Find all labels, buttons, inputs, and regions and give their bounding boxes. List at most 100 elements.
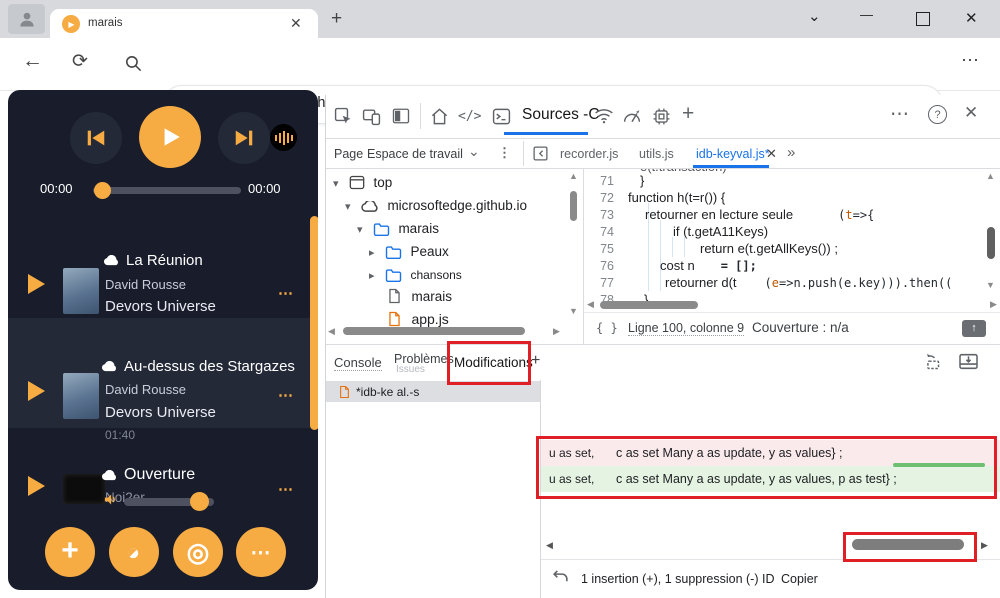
braces-icon[interactable]: { }	[596, 321, 618, 335]
revert-changes-icon[interactable]	[922, 353, 942, 371]
diff-scroll-left-icon[interactable]: ◀	[546, 541, 553, 550]
tab-page[interactable]: Page	[334, 147, 363, 161]
drawer-tab-problems-ghost: Issues	[396, 364, 425, 375]
tree-row-top[interactable]: ▾ top	[333, 174, 392, 192]
tree-row-marais-file[interactable]: marais	[388, 288, 452, 306]
home-icon[interactable]	[430, 107, 449, 126]
memory-chip-icon[interactable]	[652, 107, 671, 126]
new-tab-button[interactable]: +	[331, 8, 342, 30]
play-song-icon[interactable]	[28, 476, 45, 496]
minimize-button[interactable]: —	[860, 7, 873, 22]
diff-scroll-right-icon[interactable]: ▶	[981, 541, 988, 550]
tri-right-icon[interactable]: ▸	[369, 270, 375, 282]
drawer-add-tab-button[interactable]: +	[531, 352, 540, 370]
play-song-icon[interactable]	[28, 381, 45, 401]
song-menu-button[interactable]: ⋯	[278, 480, 295, 498]
tree-row-peaux[interactable]: ▸ Peaux	[369, 243, 449, 261]
folder-icon	[373, 222, 390, 236]
devtools-menu-button[interactable]: ⋯	[890, 103, 909, 126]
tree-vscrollbar-thumb[interactable]	[570, 191, 577, 221]
tab-overflow-icon[interactable]: »	[787, 144, 795, 161]
play-icon	[157, 124, 183, 150]
editor-hscrollbar-thumb[interactable]	[600, 301, 698, 309]
file-tab-recorder[interactable]: recorder.js	[560, 147, 618, 161]
record-button[interactable]: ◎	[173, 527, 223, 577]
back-button[interactable]: ←	[22, 49, 43, 73]
tree-row-host[interactable]: ▾ microsoftedge.github.io	[345, 197, 527, 215]
maximize-button[interactable]	[916, 12, 930, 26]
tab-list-chevron-icon[interactable]: ⌄	[808, 7, 821, 25]
tab-close-icon[interactable]: ✕	[290, 15, 302, 32]
player-more-button[interactable]: ⋯	[236, 527, 286, 577]
elements-panel-icon[interactable]: </>	[458, 109, 481, 124]
editor-scroll-up-icon[interactable]: ▲	[986, 172, 995, 181]
workspace-chevron-icon[interactable]: ⌄	[468, 143, 480, 160]
tree-scroll-down-icon[interactable]: ▼	[569, 307, 578, 316]
file-tab-utils[interactable]: utils.js	[639, 147, 674, 161]
browser-tab[interactable]: ▶ marais ✕	[50, 9, 318, 39]
dock-drawer-icon[interactable]	[958, 353, 979, 370]
playlist-item-active[interactable]: Au-dessus des Stargazes David Rousse Dev…	[8, 318, 318, 442]
tree-label: top	[373, 175, 393, 190]
tab-workspace[interactable]: Espace de travail	[367, 147, 463, 161]
performance-gauge-icon[interactable]	[622, 107, 642, 125]
tree-scroll-left-icon[interactable]: ◀	[328, 327, 335, 336]
next-track-button[interactable]	[218, 112, 270, 164]
drawer-tab-console[interactable]: Console	[334, 355, 382, 371]
tree-scroll-up-icon[interactable]: ▲	[569, 172, 578, 181]
inspect-element-icon[interactable]	[334, 107, 353, 126]
code-editor[interactable]: e(t.transaction) 71 } 72 function h(t=r(…	[584, 169, 1000, 312]
visualizer-button[interactable]	[270, 124, 297, 151]
tri-down-icon[interactable]: ▾	[357, 224, 363, 236]
tab-sources[interactable]: Sources -C	[522, 106, 600, 124]
seek-slider[interactable]	[93, 187, 241, 194]
expand-panel-icon[interactable]: ↑	[962, 320, 986, 337]
window-close-button[interactable]: ✕	[965, 9, 978, 27]
nav-kebab-icon[interactable]: ⋮	[498, 145, 511, 161]
undo-icon[interactable]	[551, 567, 570, 586]
frame-icon	[349, 175, 365, 190]
device-emulation-icon[interactable]	[362, 107, 381, 126]
tri-down-icon[interactable]: ▾	[345, 201, 351, 213]
editor-scroll-down-icon[interactable]: ▼	[986, 281, 995, 290]
volume-icon[interactable]	[103, 492, 118, 507]
editor-scroll-right-icon[interactable]: ▶	[990, 300, 997, 309]
help-button[interactable]: ?	[928, 105, 947, 124]
file-tab-idb-keyval-active[interactable]: idb-keyval.js*	[696, 147, 770, 161]
skip-back-icon	[85, 128, 107, 148]
line-number: 72	[600, 191, 614, 205]
playlist-item[interactable]: La Réunion David Rousse Devors Universe …	[8, 218, 318, 335]
editor-vscrollbar-thumb[interactable]	[987, 227, 995, 259]
file-tab-close-icon[interactable]: ✕	[766, 146, 777, 162]
add-songs-button[interactable]: +	[45, 527, 95, 577]
play-button[interactable]	[139, 106, 201, 168]
album-art	[63, 474, 105, 504]
profile-avatar[interactable]	[8, 4, 45, 34]
play-song-icon[interactable]	[28, 274, 45, 294]
theme-button[interactable]: ◑	[109, 527, 159, 577]
playlist-scrollbar[interactable]	[310, 216, 318, 430]
tree-hscrollbar-thumb[interactable]	[343, 327, 525, 335]
volume-slider-thumb[interactable]	[190, 492, 209, 511]
seek-slider-thumb[interactable]	[94, 182, 111, 199]
tree-scroll-right-icon[interactable]: ▶	[553, 327, 560, 336]
dock-side-icon[interactable]	[392, 107, 410, 125]
browser-menu-button[interactable]: ⋯	[961, 50, 979, 71]
more-tabs-button[interactable]: +	[682, 102, 694, 126]
devtools-close-button[interactable]: ✕	[964, 103, 978, 123]
previous-track-button[interactable]	[70, 112, 122, 164]
editor-scroll-left-icon[interactable]: ◀	[587, 300, 594, 309]
refresh-button[interactable]: ⟳	[72, 50, 88, 73]
tree-row-marais-folder[interactable]: ▾ marais	[357, 220, 439, 238]
tri-down-icon[interactable]: ▾	[333, 178, 339, 190]
copy-button[interactable]: Copier	[781, 572, 818, 586]
tree-row-chansons[interactable]: ▸ chansons	[369, 266, 462, 284]
show-navigator-icon[interactable]	[532, 145, 549, 162]
song-menu-button[interactable]: ⋯	[278, 284, 295, 302]
network-wifi-icon[interactable]	[594, 107, 614, 124]
search-icon	[124, 54, 143, 73]
search-button[interactable]	[124, 54, 143, 73]
tri-right-icon[interactable]: ▸	[369, 247, 375, 259]
console-panel-icon[interactable]	[492, 107, 511, 126]
song-menu-button[interactable]: ⋯	[278, 386, 295, 404]
